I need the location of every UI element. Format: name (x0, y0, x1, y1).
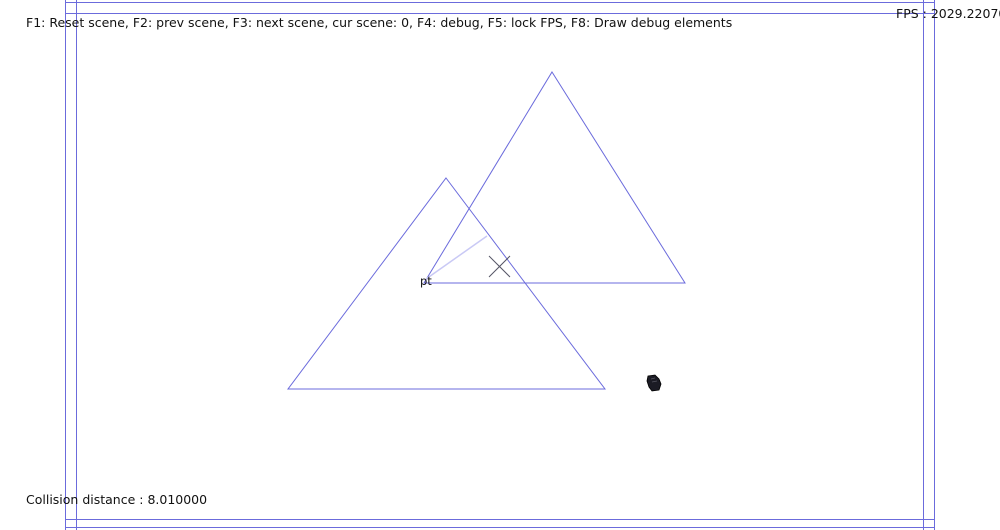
scene-canvas[interactable] (0, 0, 1000, 530)
hand-grab-cursor-icon (646, 374, 662, 392)
collision-distance-text: Collision distance : 8.010000 (26, 492, 208, 507)
fps-readout: FPS : 2029.220703 (896, 6, 1000, 21)
point-label: pt (420, 274, 432, 288)
world-bounds (65, 0, 935, 530)
triangle-shape-upper[interactable] (423, 71, 686, 284)
contact-x-marker (488, 255, 511, 278)
help-text: F1: Reset scene, F2: prev scene, F3: nex… (26, 15, 733, 30)
penetration-vector (425, 235, 488, 280)
